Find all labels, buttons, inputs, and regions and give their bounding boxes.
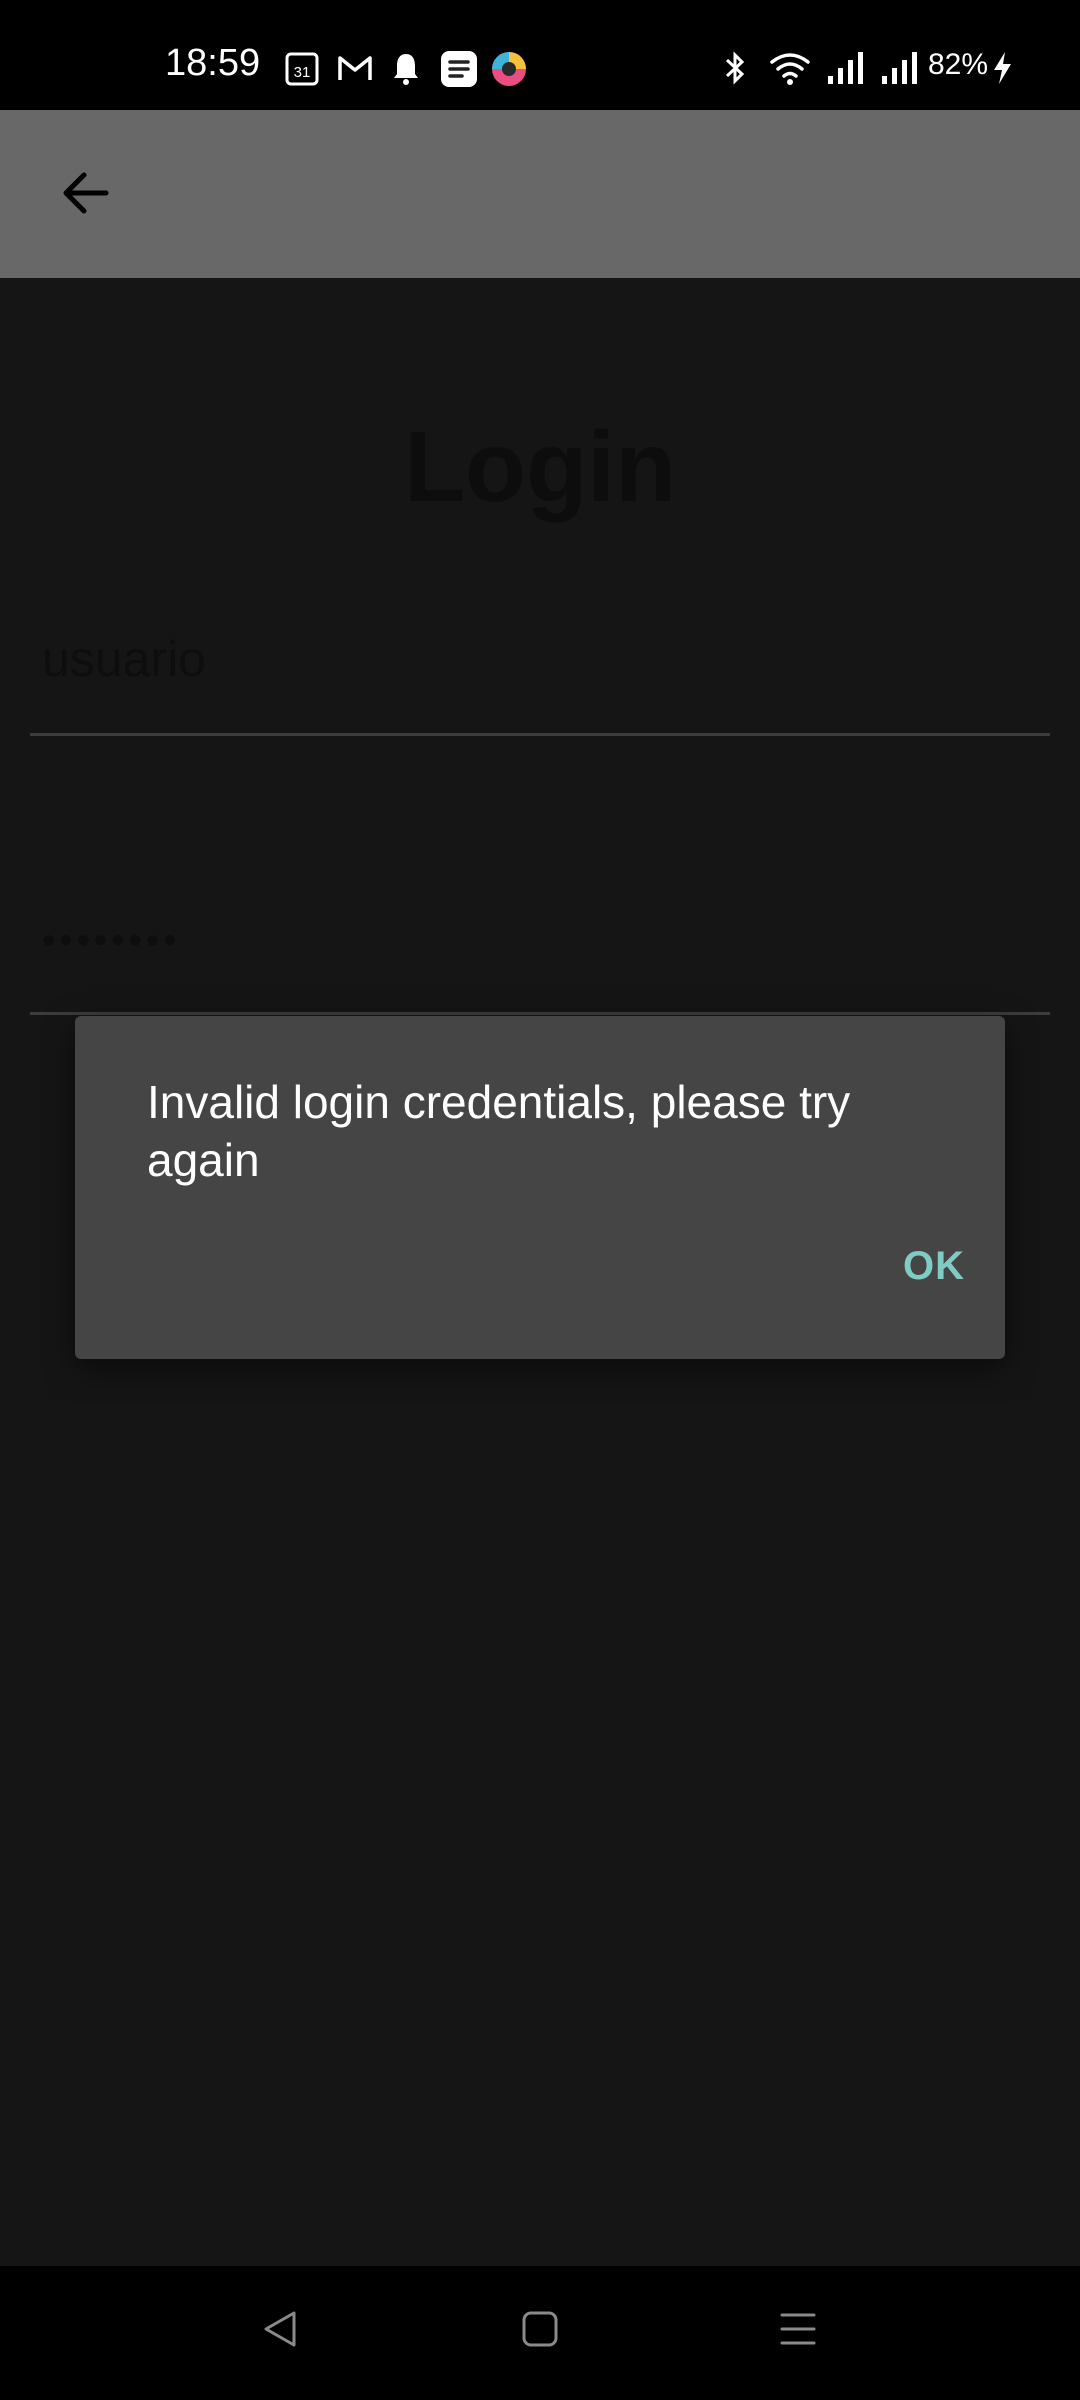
password-value: ••••••••	[42, 920, 181, 962]
login-title: Login	[403, 411, 677, 523]
notification-bell-icon	[390, 50, 422, 86]
gmail-icon	[337, 50, 373, 86]
ok-button[interactable]: OK	[893, 1234, 975, 1299]
signal-icon	[880, 50, 920, 86]
username-field[interactable]: usuario	[30, 620, 1050, 736]
bluetooth-icon	[722, 50, 748, 86]
back-nav-button[interactable]	[240, 2296, 320, 2366]
arrow-back-icon	[58, 166, 112, 225]
browser-icon	[490, 50, 528, 86]
status-time: 18:59	[165, 42, 261, 84]
charging-icon	[990, 50, 1014, 86]
error-dialog: Invalid login credentials, please try ag…	[75, 1016, 1005, 1359]
back-nav-icon	[258, 2307, 302, 2356]
wifi-icon	[768, 50, 812, 86]
screen: 18:59 31 82% Login usuario •••••••• Inva…	[0, 0, 1080, 2400]
home-nav-icon	[518, 2307, 562, 2356]
navigation-bar	[0, 2266, 1080, 2400]
recents-nav-icon	[776, 2307, 820, 2356]
username-value: usuario	[42, 631, 206, 687]
back-button[interactable]	[40, 150, 130, 240]
dialog-message: Invalid login credentials, please try ag…	[147, 1076, 851, 1186]
app-notification-icon	[440, 50, 478, 87]
svg-text:31: 31	[294, 64, 311, 81]
home-nav-button[interactable]	[500, 2296, 580, 2366]
recents-nav-button[interactable]	[758, 2296, 838, 2366]
signal-icon	[826, 50, 866, 86]
app-bar	[0, 110, 1080, 278]
calendar-icon: 31	[285, 50, 319, 86]
password-field[interactable]: ••••••••	[30, 880, 1050, 1015]
status-bar: 18:59 31 82%	[0, 0, 1080, 110]
battery-percentage: 82%	[928, 48, 989, 81]
